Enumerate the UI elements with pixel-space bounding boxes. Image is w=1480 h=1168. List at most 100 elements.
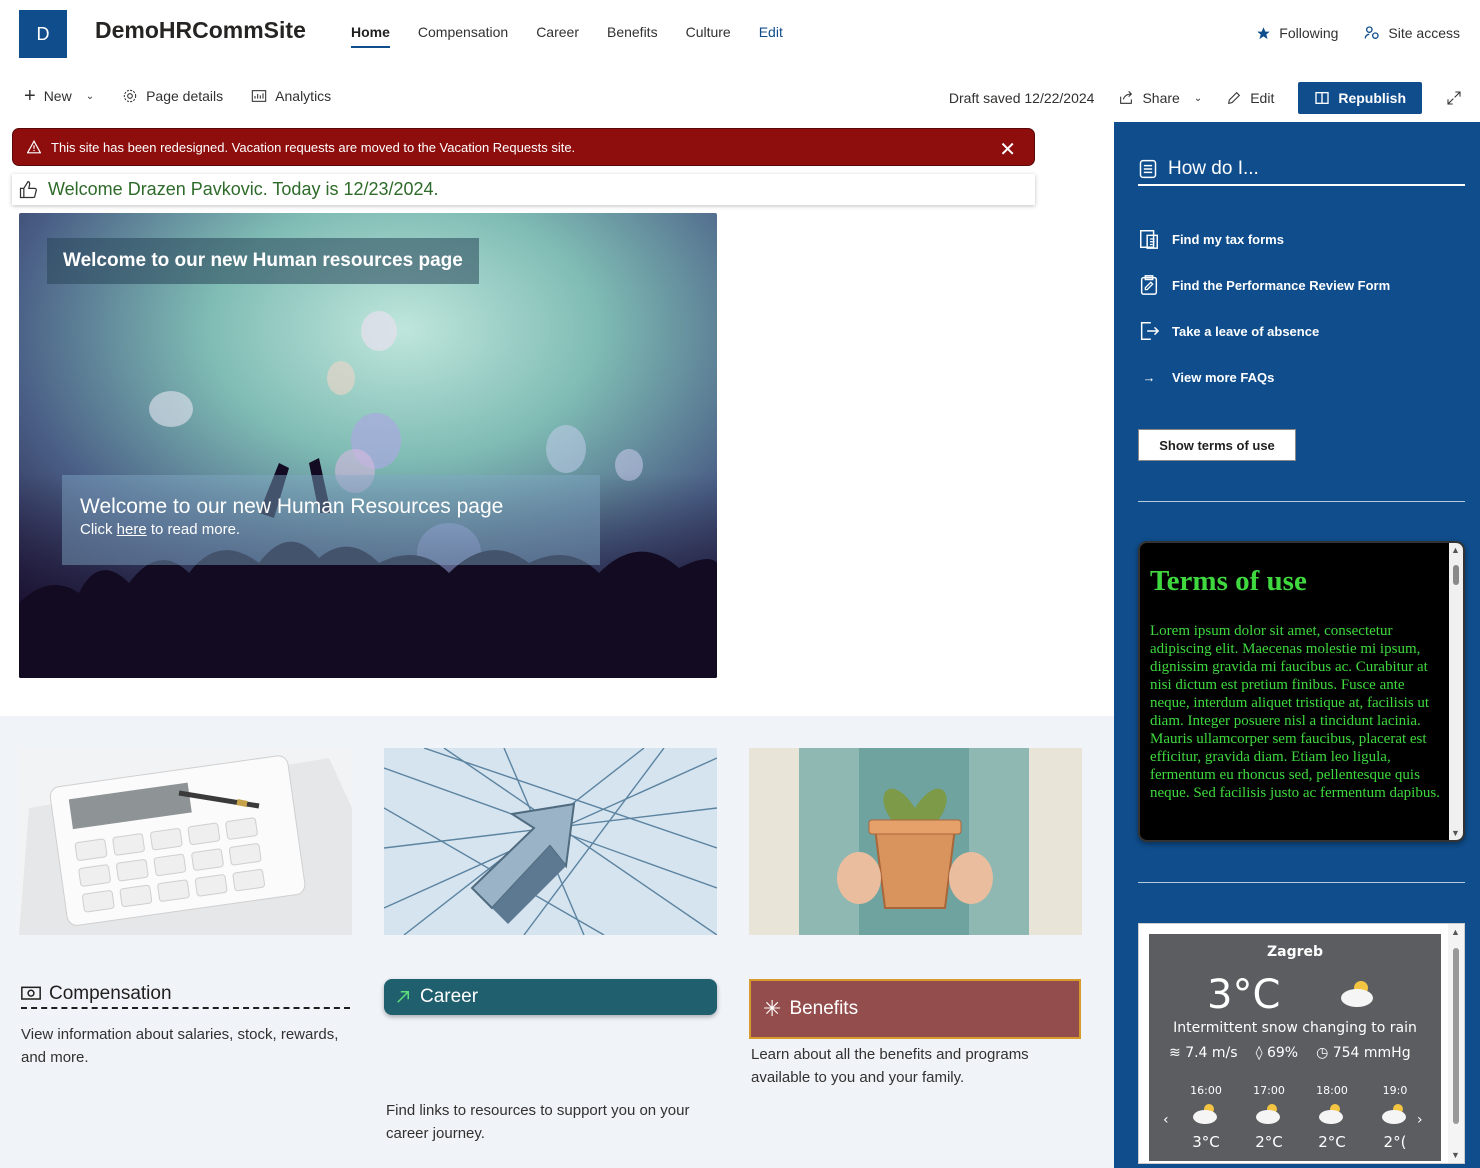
hero-banner[interactable]: Welcome to our new Human resources page … — [19, 213, 717, 678]
scroll-down-icon[interactable]: ▼ — [1451, 1150, 1460, 1160]
compensation-image[interactable] — [19, 748, 352, 935]
nav-edit-link[interactable]: Edit — [759, 24, 783, 48]
gauge-icon: ◷ — [1316, 1045, 1329, 1061]
alert-banner: This site has been redesigned. Vacation … — [12, 128, 1035, 166]
humidity-stat: ◊ 69% — [1256, 1045, 1299, 1061]
link-performance-review-label: Find the Performance Review Form — [1172, 277, 1391, 293]
forecast-temp: 2°( — [1383, 1133, 1407, 1151]
asterisk-icon: ✳ — [763, 996, 782, 1021]
expand-icon[interactable] — [1446, 90, 1462, 106]
site-access-label: Site access — [1388, 25, 1460, 41]
drop-icon: ◊ — [1255, 1045, 1263, 1061]
divider — [1138, 882, 1465, 883]
hourly-forecast: 16:00 3°C 17:00 2°C 18:00 2°C 19:0 2°( — [1187, 1084, 1414, 1151]
show-terms-button[interactable]: Show terms of use — [1138, 429, 1296, 461]
new-label: New — [43, 88, 72, 104]
command-bar: + New ⌄ Page details Analytics Draft sav… — [0, 76, 1480, 118]
weather-city: Zagreb — [1266, 944, 1324, 960]
republish-button[interactable]: Republish — [1298, 82, 1422, 114]
wind-value: 7.4 m/s — [1185, 1045, 1238, 1061]
weather-condition: Intermittent snow changing to rain — [1173, 1020, 1417, 1036]
scroll-up-icon[interactable]: ▲ — [1451, 545, 1460, 555]
how-do-i-heading: How do I... — [1138, 158, 1465, 186]
partly-cloudy-icon — [1341, 981, 1373, 1007]
people-settings-icon — [1365, 26, 1380, 39]
nav-home[interactable]: Home — [351, 24, 390, 48]
share-button[interactable]: Share ⌄ — [1118, 90, 1202, 106]
welcome-text: Welcome Drazen Pavkovic. Today is 12/23/… — [48, 179, 439, 199]
site-logo[interactable]: D — [19, 10, 67, 58]
draft-status: Draft saved 12/22/2024 — [948, 90, 1095, 106]
weather-stats: ≋ 7.4 m/s ◊ 69% ◷ 754 mmHg — [1169, 1045, 1411, 1061]
tax-form-icon — [1140, 230, 1158, 249]
benefits-image[interactable] — [749, 748, 1082, 935]
link-view-more-faqs[interactable]: → View more FAQs — [1138, 354, 1390, 400]
compensation-heading[interactable]: Compensation — [21, 983, 350, 1009]
share-icon — [1120, 90, 1133, 104]
nav-benefits[interactable]: Benefits — [607, 24, 658, 48]
scroll-down-icon[interactable]: ▼ — [1451, 828, 1460, 838]
hero-card-text: Click here to read more. — [80, 521, 582, 538]
hero-card: Welcome to our new Human Resources page … — [62, 475, 600, 565]
benefits-heading[interactable]: ✳ Benefits — [749, 979, 1081, 1039]
following-button[interactable]: Following — [1256, 25, 1338, 41]
nav-culture[interactable]: Culture — [686, 24, 731, 48]
close-icon[interactable]: ✕ — [999, 137, 1016, 162]
terms-scrollbar[interactable]: ▲ ▼ — [1449, 543, 1463, 840]
career-image[interactable] — [384, 748, 717, 935]
link-leave-of-absence[interactable]: Take a leave of absence — [1138, 308, 1390, 354]
forecast-temp: 2°C — [1255, 1133, 1283, 1151]
scrollbar-thumb[interactable] — [1453, 948, 1459, 1124]
how-do-i-title: How do I... — [1168, 158, 1259, 179]
page-details-button[interactable]: Page details — [122, 88, 223, 104]
thumbs-up-icon — [19, 180, 37, 198]
welcome-banner: Welcome Drazen Pavkovic. Today is 12/23/… — [12, 174, 1035, 205]
nav-compensation[interactable]: Compensation — [418, 24, 508, 48]
chevron-down-icon: ⌄ — [85, 90, 95, 102]
scrollbar-thumb[interactable] — [1453, 565, 1459, 585]
partly-cloudy-icon — [1319, 1104, 1343, 1124]
wind-icon: ≋ — [1169, 1045, 1181, 1061]
link-leave-of-absence-label: Take a leave of absence — [1172, 323, 1320, 339]
analytics-button[interactable]: Analytics — [251, 88, 331, 104]
partly-cloudy-icon — [1382, 1104, 1406, 1124]
site-access-button[interactable]: Site access — [1364, 25, 1460, 41]
site-header: D DemoHRCommSite Home Compensation Caree… — [0, 0, 1480, 68]
forecast-time: 19:0 — [1382, 1084, 1408, 1097]
scroll-up-icon[interactable]: ▲ — [1451, 927, 1460, 937]
chevron-right-icon[interactable]: › — [1417, 1112, 1423, 1128]
link-tax-forms[interactable]: Find my tax forms — [1138, 216, 1390, 262]
forecast-hour: 17:00 2°C — [1250, 1084, 1288, 1151]
chevron-down-icon: ⌄ — [1193, 92, 1203, 104]
career-description: Find links to resources to support you o… — [386, 1102, 690, 1142]
forecast-hour: 16:00 3°C — [1187, 1084, 1225, 1151]
weather-scrollbar[interactable]: ▲ ▼ — [1448, 924, 1464, 1163]
new-button[interactable]: + New ⌄ — [24, 85, 95, 107]
forecast-time: 17:00 — [1253, 1084, 1285, 1097]
link-performance-review[interactable]: Find the Performance Review Form — [1138, 262, 1390, 308]
chevron-left-icon[interactable]: ‹ — [1163, 1112, 1169, 1128]
compensation-description: View information about salaries, stock, … — [21, 1026, 339, 1066]
terms-of-use-panel[interactable]: Terms of use Lorem ipsum dolor sit amet,… — [1138, 541, 1465, 842]
republish-label: Republish — [1338, 90, 1406, 106]
benefits-title: Benefits — [789, 998, 859, 1019]
weather-panel: Zagreb 3°C Intermittent snow changing to… — [1149, 934, 1441, 1161]
pressure-stat: ◷ 754 mmHg — [1316, 1045, 1411, 1061]
analytics-label: Analytics — [275, 88, 332, 104]
edit-button[interactable]: Edit — [1226, 90, 1274, 106]
career-heading[interactable]: Career — [384, 979, 717, 1015]
weather-widget: Zagreb 3°C Intermittent snow changing to… — [1138, 923, 1465, 1164]
hero-read-more-link[interactable]: here — [117, 521, 147, 538]
plus-icon: + — [24, 85, 36, 107]
site-title[interactable]: DemoHRCommSite — [95, 17, 306, 44]
humidity-value: 69% — [1266, 1045, 1299, 1061]
hero-title: Welcome to our new Human resources page — [47, 238, 479, 284]
analytics-icon — [251, 90, 267, 102]
hero-card-text-after: to read more. — [146, 521, 241, 538]
forecast-time: 18:00 — [1316, 1084, 1348, 1097]
plant-pot-image — [749, 748, 1082, 935]
nav-career[interactable]: Career — [536, 24, 579, 48]
right-sidebar: How do I... Find my tax forms Find the P… — [1114, 122, 1480, 1168]
money-icon — [21, 986, 41, 1000]
share-label: Share — [1142, 90, 1180, 106]
